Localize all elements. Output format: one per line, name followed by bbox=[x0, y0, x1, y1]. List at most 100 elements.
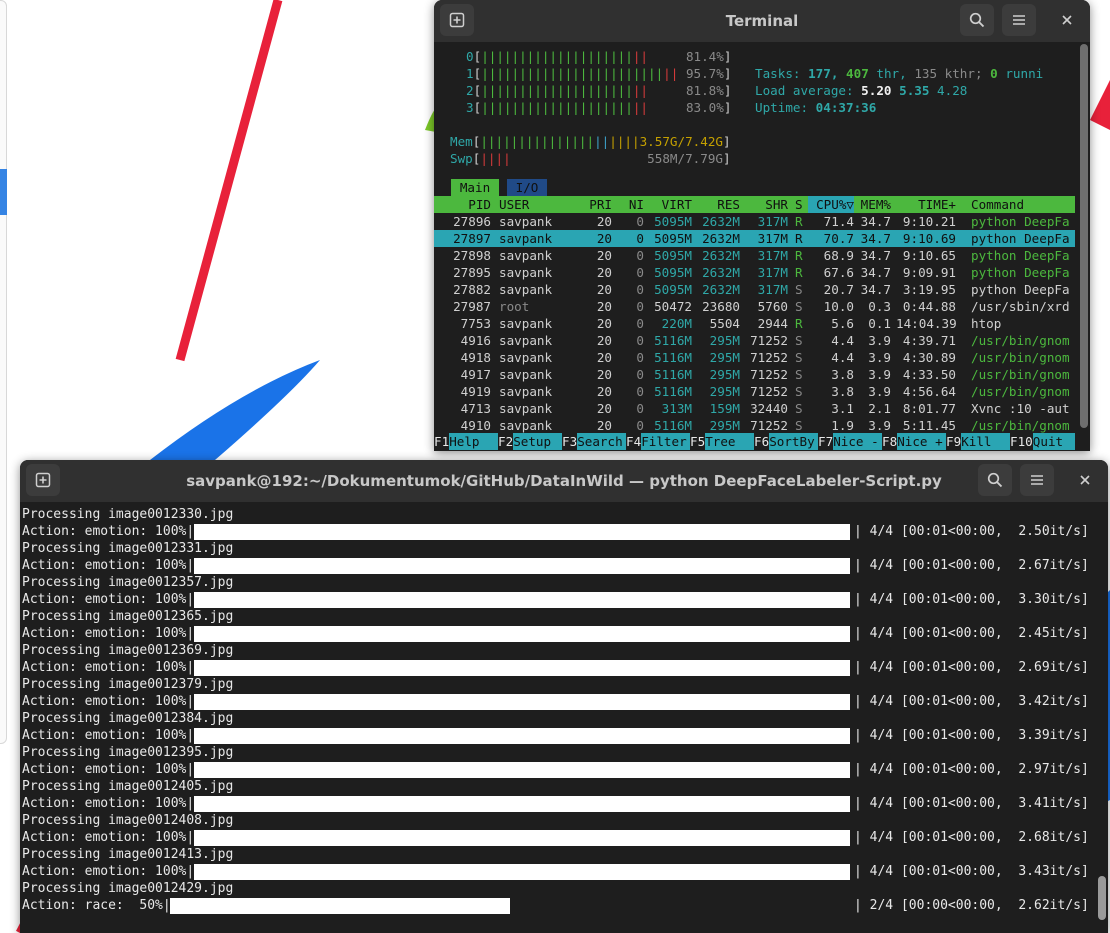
script-scrollbar[interactable] bbox=[1098, 876, 1106, 920]
fkey-f9[interactable]: F9 bbox=[946, 433, 961, 450]
column-header-pri[interactable]: PRI bbox=[582, 196, 612, 213]
function-key-bar[interactable]: F1 Help F2 Setup F3 Search F4 Filter F5 Tree F6 Sor… bbox=[434, 433, 1075, 450]
process-row[interactable]: 4919 savpank 20 0 5116M 295M 71252 S 3.8 3.9 4:56.… bbox=[434, 383, 1074, 400]
close-icon bbox=[1080, 475, 1090, 485]
process-ni: 0 bbox=[636, 214, 644, 229]
process-ni: 0 bbox=[636, 367, 644, 382]
cpu-id: 1 bbox=[466, 66, 474, 81]
process-shr: 317M bbox=[757, 265, 788, 280]
process-row[interactable]: 4917 savpank 20 0 5116M 295M 71252 S 3.8 3.9 4:33.… bbox=[434, 366, 1074, 383]
script-titlebar[interactable]: savpank@192:~/Dokumentumok/GitHub/DataIn… bbox=[20, 460, 1108, 503]
menu-button[interactable] bbox=[1002, 4, 1036, 36]
fkey-f8[interactable]: F8 bbox=[882, 433, 897, 450]
tab-io[interactable]: I/O bbox=[507, 179, 547, 196]
column-header-cpu[interactable]: CPU%▽ bbox=[808, 196, 854, 213]
menu-button[interactable] bbox=[1020, 464, 1054, 496]
fkey-f5[interactable]: F5 bbox=[690, 433, 705, 450]
process-row[interactable]: 27897 savpank 20 0 5095M 2632M 317M R 70.7 34.7 9:… bbox=[434, 230, 1075, 247]
fkey-label[interactable]: Nice + bbox=[897, 433, 946, 450]
progress-bar-fill bbox=[193, 864, 850, 880]
process-res: 295M bbox=[709, 367, 740, 382]
process-mem: 2.1 bbox=[868, 401, 891, 416]
fkey-label[interactable]: Nice - bbox=[833, 433, 882, 450]
search-button[interactable] bbox=[978, 464, 1012, 496]
process-shr: 317M bbox=[757, 214, 788, 229]
column-header-pid[interactable]: PID bbox=[451, 196, 491, 213]
search-button[interactable] bbox=[960, 4, 994, 36]
process-shr: 317M bbox=[757, 282, 788, 297]
close-button[interactable] bbox=[1068, 464, 1102, 496]
cpu-bar-kernel: || bbox=[632, 83, 649, 98]
process-row[interactable]: 27898 savpank 20 0 5095M 2632M 317M R 68.9 34.7 9:… bbox=[434, 247, 1074, 264]
process-table-header[interactable]: PID USER PRI NI VIRT RES SHR S CPU%▽ MEM% TIME+ Com… bbox=[434, 196, 1075, 213]
column-header-ni[interactable]: NI bbox=[622, 196, 644, 213]
htop-terminal-window[interactable]: Terminal 0[|||||||||||||||||||||| 81.4%]… bbox=[434, 0, 1090, 451]
process-mem: 3.9 bbox=[868, 350, 891, 365]
fkey-f7[interactable]: F7 bbox=[818, 433, 833, 450]
column-header-time[interactable]: TIME+ bbox=[896, 196, 956, 213]
process-ni: 0 bbox=[636, 316, 644, 331]
script-terminal-window[interactable]: savpank@192:~/Dokumentumok/GitHub/DataIn… bbox=[20, 460, 1108, 933]
fkey-label[interactable]: Kill bbox=[961, 433, 1010, 450]
htop-scrollbar[interactable] bbox=[1080, 44, 1088, 428]
process-row[interactable]: 27895 savpank 20 0 5095M 2632M 317M R 67.6 34.7 9:… bbox=[434, 264, 1074, 281]
process-user: savpank bbox=[499, 214, 553, 229]
process-ni: 0 bbox=[636, 333, 644, 348]
process-mem: 34.7 bbox=[860, 214, 891, 229]
tab-main[interactable]: Main bbox=[451, 179, 499, 196]
close-button[interactable] bbox=[1050, 4, 1084, 36]
processing-line: Processing image0012429.jpg bbox=[22, 881, 234, 896]
fkey-f4[interactable]: F4 bbox=[626, 433, 641, 450]
column-header-res[interactable]: RES bbox=[696, 196, 740, 213]
process-row[interactable]: 4916 savpank 20 0 5116M 295M 71252 S 4.4 3.9 4:39.… bbox=[434, 332, 1074, 349]
process-row[interactable]: 27882 savpank 20 0 5095M 2632M 317M S 20.7 34.7 3:… bbox=[434, 281, 1074, 298]
htop-titlebar[interactable]: Terminal bbox=[434, 0, 1090, 43]
process-row[interactable]: 4713 savpank 20 0 313M 159M 32440 S 3.1 2.1 8:01.7… bbox=[434, 400, 1074, 417]
column-header-shr[interactable]: SHR bbox=[744, 196, 788, 213]
process-ni: 0 bbox=[636, 231, 644, 246]
fkey-label[interactable]: Help bbox=[449, 433, 498, 450]
window-title: savpank@192:~/Dokumentumok/GitHub/DataIn… bbox=[186, 472, 942, 490]
process-row[interactable]: 27987 root 20 0 50472 23680 5760 S 10.0 0.3 0:44.8… bbox=[434, 298, 1074, 315]
fkey-f3[interactable]: F3 bbox=[562, 433, 577, 450]
fkey-label[interactable]: Quit bbox=[1032, 433, 1075, 450]
progress-prefix: Action: emotion: 100%| bbox=[22, 864, 195, 879]
fkey-label[interactable]: Filter bbox=[641, 433, 690, 450]
fkey-label[interactable]: Tree bbox=[705, 433, 754, 450]
htop-content[interactable]: 0[|||||||||||||||||||||| 81.4%] 1[|||||||… bbox=[434, 42, 1090, 451]
process-res: 2632M bbox=[702, 282, 740, 297]
script-output[interactable]: Processing image0012330.jpg Action: emoti… bbox=[20, 502, 1108, 933]
column-header-s[interactable]: S bbox=[795, 196, 807, 213]
processing-line: Processing image0012408.jpg bbox=[22, 813, 234, 828]
process-cpu: 3.8 bbox=[831, 367, 854, 382]
fkey-label[interactable]: SortBy bbox=[769, 433, 818, 450]
process-row[interactable]: 7753 savpank 20 0 220M 5504 2944 R 5.6 0.1 14:04.3… bbox=[434, 315, 1074, 332]
fkey-f1[interactable]: F1 bbox=[434, 433, 449, 450]
progress-suffix: | 4/4 [00:01<00:00, 3.39it/s] bbox=[854, 728, 1089, 743]
process-pid: 4916 bbox=[460, 333, 491, 348]
progress-bar-fill bbox=[193, 830, 850, 846]
column-header-virt[interactable]: VIRT bbox=[648, 196, 692, 213]
background-window-edge[interactable] bbox=[0, 0, 7, 744]
process-time: 4:30.89 bbox=[902, 350, 956, 365]
process-row[interactable]: 27896 savpank 20 0 5095M 2632M 317M R 71.4 34.7 9:… bbox=[434, 213, 1074, 230]
cpu-bar-user: |||||||||||||||||||| bbox=[481, 83, 633, 98]
fkey-f2[interactable]: F2 bbox=[498, 433, 513, 450]
column-header-cmd[interactable]: Command bbox=[971, 196, 1075, 213]
column-header-mem[interactable]: MEM% bbox=[857, 196, 891, 213]
fkey-f10[interactable]: F10 bbox=[1010, 433, 1033, 450]
hamburger-menu-icon bbox=[1013, 15, 1025, 25]
process-row[interactable]: 4918 savpank 20 0 5116M 295M 71252 S 4.4 3.9 4:30.… bbox=[434, 349, 1074, 366]
fkey-label[interactable]: Search bbox=[577, 433, 626, 450]
fkey-label[interactable]: Setup bbox=[513, 433, 562, 450]
process-shr: 71252 bbox=[750, 333, 788, 348]
progress-suffix: | 4/4 [00:01<00:00, 2.97it/s] bbox=[854, 762, 1089, 777]
progress-bar-fill bbox=[193, 524, 850, 540]
column-header-user[interactable]: USER bbox=[499, 196, 579, 213]
process-row[interactable]: 4910 savpank 20 0 5116M 295M 71252 S 1.9 3.9 5:11.… bbox=[434, 417, 1074, 434]
process-virt: 5116M bbox=[654, 333, 692, 348]
cpu-meter: 2[|||||||||||||||||||||| 81.8%] bbox=[466, 83, 732, 98]
process-s: S bbox=[795, 282, 803, 297]
fkey-f6[interactable]: F6 bbox=[754, 433, 769, 450]
process-time: 9:10.21 bbox=[902, 214, 956, 229]
